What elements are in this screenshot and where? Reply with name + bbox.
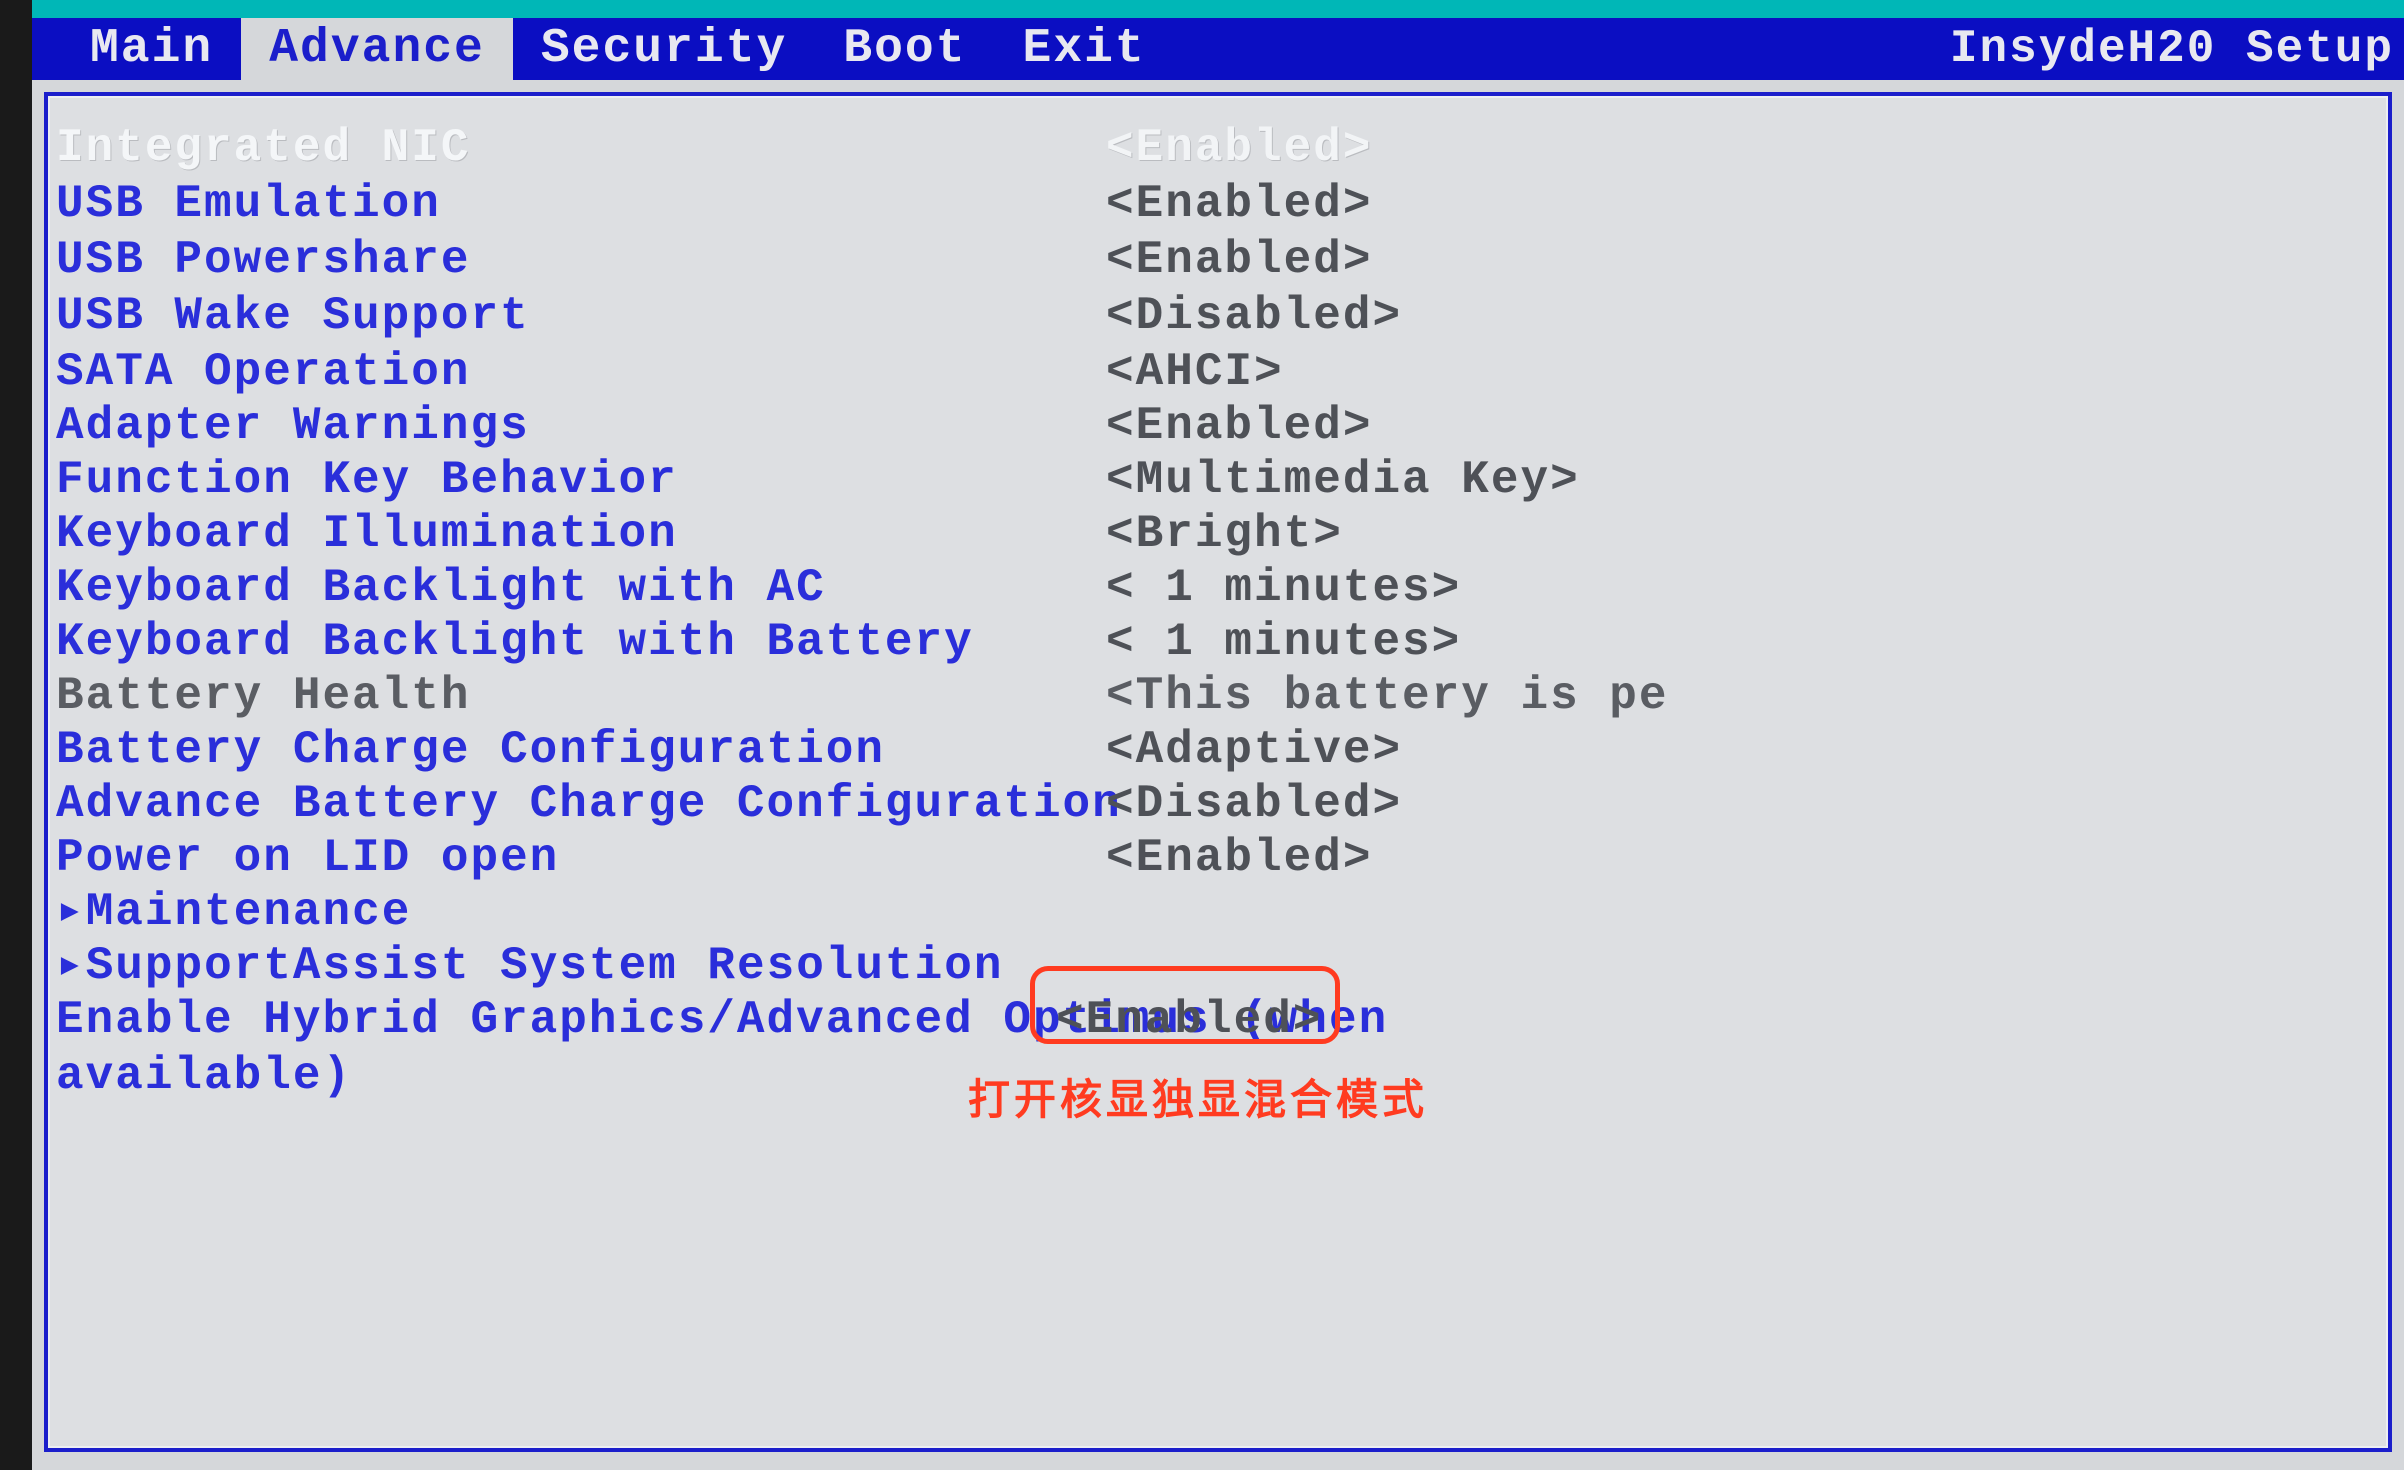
setting-label: Advance Battery Charge Configuration [56,776,1122,832]
setting-value: <This battery is pe [1106,668,1669,724]
setting-label: Battery Charge Configuration [56,722,885,778]
setting-keyboard-backlight-battery[interactable]: Keyboard Backlight with Battery < 1 minu… [56,614,2376,670]
setting-label: Keyboard Backlight with AC [56,560,826,616]
annotation-highlight-box [1030,966,1340,1044]
setting-label: Battery Health [56,668,470,724]
setting-label: Adapter Warnings [56,398,530,454]
setting-value[interactable]: <Disabled> [1106,288,1402,344]
setting-value[interactable]: <Adaptive> [1106,722,1402,778]
setting-label: ▸Maintenance [56,884,411,940]
setting-label: SATA Operation [56,344,470,400]
bios-utility-title: InsydeH20 Setup [1950,18,2394,80]
setting-sata-operation[interactable]: SATA Operation <AHCI> [56,344,2376,400]
setting-value[interactable]: <Enabled> [1106,120,1372,176]
setting-label: Keyboard Illumination [56,506,678,562]
setting-battery-charge-config[interactable]: Battery Charge Configuration <Adaptive> [56,722,2376,778]
bios-tabs: Main Advance Security Boot Exit [62,18,1174,80]
setting-usb-wake-support[interactable]: USB Wake Support <Disabled> [56,288,2376,344]
submenu-maintenance[interactable]: ▸Maintenance [56,884,2376,940]
setting-keyboard-backlight-ac[interactable]: Keyboard Backlight with AC < 1 minutes> [56,560,2376,616]
bios-panel: Integrated NIC <Enabled> USB Emulation <… [44,92,2392,1452]
setting-usb-powershare[interactable]: USB Powershare <Enabled> [56,232,2376,288]
tab-exit[interactable]: Exit [995,18,1174,80]
annotation-text: 打开核显独显混合模式 [968,1066,1428,1127]
setting-adapter-warnings[interactable]: Adapter Warnings <Enabled> [56,398,2376,454]
setting-label: ▸SupportAssist System Resolution [56,938,1003,994]
setting-value[interactable]: <AHCI> [1106,344,1284,400]
setting-usb-emulation[interactable]: USB Emulation <Enabled> [56,176,2376,232]
setting-label: Keyboard Backlight with Battery [56,614,974,670]
setting-value[interactable]: <Enabled> [1106,232,1372,288]
tab-advance[interactable]: Advance [241,18,513,80]
setting-label: Integrated NIC [56,120,470,176]
setting-label: USB Wake Support [56,288,530,344]
setting-label: USB Emulation [56,176,441,232]
setting-label: USB Powershare [56,232,470,288]
setting-label: Function Key Behavior [56,452,678,508]
setting-value[interactable]: < 1 minutes> [1106,560,1461,616]
setting-battery-health: Battery Health <This battery is pe [56,668,2376,724]
setting-advance-battery-charge-config[interactable]: Advance Battery Charge Configuration <Di… [56,776,2376,832]
setting-power-on-lid-open[interactable]: Power on LID open <Enabled> [56,830,2376,886]
tab-boot[interactable]: Boot [815,18,994,80]
tab-main[interactable]: Main [62,18,241,80]
setting-value[interactable]: <Enabled> [1106,830,1372,886]
setting-keyboard-illumination[interactable]: Keyboard Illumination <Bright> [56,506,2376,562]
setting-value[interactable]: <Bright> [1106,506,1343,562]
setting-value[interactable]: <Enabled> [1106,398,1372,454]
screen-frame: InsydeH20 Setup Main Advance Security Bo… [0,0,2404,1470]
tab-security[interactable]: Security [513,18,815,80]
setting-integrated-nic[interactable]: Integrated NIC <Enabled> [56,120,2376,176]
setting-function-key-behavior[interactable]: Function Key Behavior <Multimedia Key> [56,452,2376,508]
top-teal-bar [32,0,2404,18]
setting-label: Power on LID open [56,830,559,886]
setting-value[interactable]: <Multimedia Key> [1106,452,1580,508]
setting-value[interactable]: < 1 minutes> [1106,614,1461,670]
setting-value[interactable]: <Disabled> [1106,776,1402,832]
setting-value[interactable]: <Enabled> [1106,176,1372,232]
